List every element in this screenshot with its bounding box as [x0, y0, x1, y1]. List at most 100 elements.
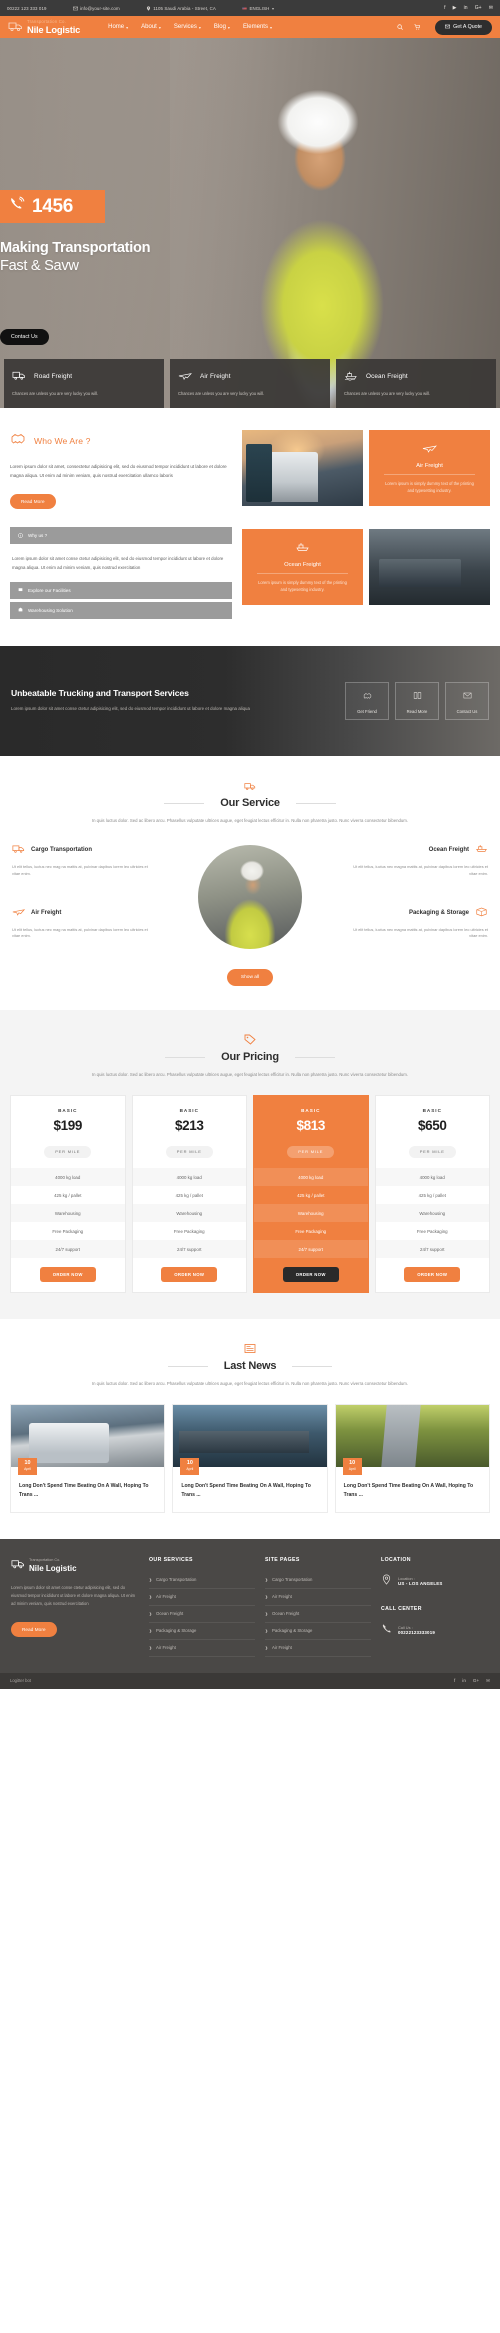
- banner-button-read-more[interactable]: Read More: [395, 681, 439, 720]
- order-now-button[interactable]: ORDER NOW: [161, 1267, 218, 1283]
- topbar-phone[interactable]: 00222 123 333 019: [7, 6, 47, 11]
- accordion-item-label: Explore our Facilities: [28, 587, 71, 593]
- topbar-email-label: info@your-site.com: [80, 5, 120, 11]
- facebook-icon[interactable]: f: [454, 1678, 455, 1684]
- pricing-feature: 425 kg / pallet: [54, 1192, 82, 1198]
- footer-call-block: Call Us : 00222123333019: [381, 1621, 489, 1639]
- topbar-email[interactable]: info@your-site.com: [72, 5, 120, 11]
- nav-item-services[interactable]: Services ▾: [174, 24, 201, 30]
- nav-item-home[interactable]: Home ▾: [108, 24, 128, 30]
- pricing-card-top: BASIC $199 PER MILE: [11, 1096, 125, 1168]
- footer-page-link[interactable]: ❯ Packaging & Storage: [265, 1623, 371, 1640]
- footer-call-text: Call Us : 00222123333019: [398, 1625, 435, 1636]
- footer-page-link[interactable]: ❯ Cargo Transportation: [265, 1572, 371, 1589]
- freight-desc: Chances are unless you are very lucky yo…: [344, 390, 431, 396]
- language-selector[interactable]: ENGLISH ▾: [242, 6, 274, 11]
- news-card[interactable]: 10 April Long Don't Spend Time Beating O…: [334, 1404, 490, 1513]
- nav-item-about[interactable]: About ▾: [141, 24, 161, 30]
- order-now-button[interactable]: ORDER NOW: [404, 1267, 461, 1283]
- order-now-button[interactable]: ORDER NOW: [282, 1267, 339, 1283]
- freight-desc: Chances are unless you are very lucky yo…: [12, 390, 99, 396]
- pricing-feature: Free Packaging: [52, 1228, 84, 1234]
- service-header: Our Service In quis luctus dolor. Sed ac…: [12, 778, 488, 825]
- googleplus-icon[interactable]: G+: [475, 5, 482, 11]
- accordion-item-warehousing[interactable]: Warehousing Solution: [10, 601, 232, 619]
- nav-item-elements[interactable]: Elements ▾: [243, 24, 272, 30]
- pricing-feature: 4000 kg load: [375, 1168, 489, 1187]
- nav-item-blog[interactable]: Blog ▾: [214, 24, 230, 30]
- footer-link-label: Cargo Transportation: [156, 1577, 197, 1583]
- accordion-header-why-us[interactable]: Why us ?: [10, 527, 232, 545]
- who-card-ocean-freight[interactable]: Ocean Freight Lorem ipsum is simply dumm…: [242, 528, 363, 605]
- pricing-card[interactable]: BASIC $213 PER MILE 4000 kg load 425 kg …: [131, 1095, 247, 1294]
- footer-service-link[interactable]: ❯ Ocean Freight: [149, 1606, 255, 1623]
- service-item-air-freight[interactable]: Air Freight Ut elit tellus, luctus nec m…: [12, 904, 155, 941]
- footer-page-link[interactable]: ❯ Air Freight: [265, 1589, 371, 1606]
- pricing-feature: Free Packaging: [416, 1228, 448, 1234]
- footer-service-link[interactable]: ❯ Air Freight: [149, 1640, 255, 1657]
- who-card-air-freight[interactable]: Air Freight Lorem ipsum is simply dummy …: [369, 430, 490, 506]
- footer-service-link[interactable]: ❯ Cargo Transportation: [149, 1572, 255, 1589]
- pricing-feature: 425 kg / pallet: [297, 1192, 325, 1198]
- pricing-card[interactable]: BASIC $199 PER MILE 4000 kg load 425 kg …: [10, 1095, 126, 1294]
- cart-icon[interactable]: [414, 24, 421, 30]
- googleplus-icon[interactable]: G+: [473, 1678, 479, 1684]
- location-pin-icon: [381, 1572, 392, 1590]
- hero-title-line1: Making Transportation: [0, 240, 151, 256]
- footer-brand-subtitle: Transportation Co.: [29, 1558, 61, 1563]
- envelope-icon: [463, 687, 472, 705]
- news-post-title: Long Don't Spend Time Beating On A Wall,…: [181, 1483, 311, 1498]
- banner-button-contact-us[interactable]: Contact Us: [445, 681, 489, 720]
- pricing-card-top: BASIC $213 PER MILE: [133, 1096, 247, 1168]
- who-left-column: Who We Are ? Lorem ipsum dolor sit amet,…: [10, 430, 232, 622]
- handshake-icon: [10, 430, 26, 451]
- news-month: April: [24, 1466, 31, 1471]
- freight-card-air[interactable]: Air Freight Chances are unless you are v…: [170, 358, 330, 408]
- show-all-button[interactable]: Show all: [226, 968, 274, 986]
- accordion-item-facilities[interactable]: Explore our Facilities: [10, 581, 232, 599]
- freight-card-road[interactable]: Road Freight Chances are unless you are …: [4, 358, 164, 408]
- who-read-more-button[interactable]: Read More: [10, 494, 56, 510]
- linkedin-icon[interactable]: in: [464, 5, 468, 11]
- youtube-icon[interactable]: ▶: [453, 5, 457, 11]
- site-footer: Transportation Co. Nile Logistic Lorem i…: [0, 1538, 500, 1673]
- get-a-quote-button[interactable]: Get A Quote: [435, 19, 492, 35]
- pricing-feature: 4000 kg load: [11, 1168, 125, 1187]
- banner-button-label: Read More: [406, 709, 428, 715]
- service-item-packaging-storage[interactable]: Packaging & Storage Ut elit tellus, luct…: [345, 904, 488, 941]
- footer-page-link[interactable]: ❯ Ocean Freight: [265, 1606, 371, 1623]
- brand-logo[interactable]: Transportation Co. Nile Logistic: [8, 19, 80, 34]
- pricing-card-featured[interactable]: BASIC $813 PER MILE 4000 kg load 425 kg …: [253, 1095, 369, 1294]
- hero-phone-badge: 1456: [0, 190, 105, 223]
- service-column-left: Cargo Transportation Ut elit tellus, luc…: [12, 841, 155, 940]
- pricing-card[interactable]: BASIC $650 PER MILE 4000 kg load 425 kg …: [374, 1095, 490, 1294]
- facebook-icon[interactable]: f: [444, 5, 446, 11]
- twitter-icon[interactable]: ✉: [489, 5, 493, 11]
- footer-link-label: Ocean Freight: [272, 1611, 300, 1617]
- footer-service-link[interactable]: ❯ Air Freight: [149, 1589, 255, 1606]
- footer-about-column: Transportation Co. Nile Logistic Lorem i…: [11, 1557, 139, 1657]
- who-card-title: Ocean Freight: [284, 561, 321, 568]
- service-item-ocean-freight[interactable]: Ocean Freight Ut elit tellus, luctus nec…: [345, 841, 488, 878]
- search-icon[interactable]: [397, 24, 403, 30]
- linkedin-icon[interactable]: in: [462, 1678, 466, 1684]
- hero-contact-button[interactable]: Contact Us: [0, 329, 49, 345]
- news-card[interactable]: 10 April Long Don't Spend Time Beating O…: [10, 1404, 166, 1513]
- footer-brand[interactable]: Transportation Co. Nile Logistic: [11, 1557, 139, 1575]
- airplane-icon: [12, 904, 26, 922]
- freight-strip: Road Freight Chances are unless you are …: [0, 358, 500, 408]
- ship-icon: [295, 541, 310, 562]
- box-icon: [475, 904, 488, 922]
- book-icon: [413, 687, 422, 705]
- freight-card-ocean[interactable]: Ocean Freight Chances are unless you are…: [336, 358, 496, 408]
- pricing-unit: PER MILE: [165, 1145, 213, 1158]
- news-thumbnail: 10 April: [335, 1405, 489, 1476]
- banner-button-get-friend[interactable]: Get Friend: [345, 681, 389, 720]
- footer-read-more-button[interactable]: Read More: [11, 1621, 57, 1637]
- footer-page-link[interactable]: ❯ Air Freight: [265, 1640, 371, 1657]
- footer-service-link[interactable]: ❯ Packaging & Storage: [149, 1623, 255, 1640]
- service-item-cargo-transportation[interactable]: Cargo Transportation Ut elit tellus, luc…: [12, 841, 155, 878]
- news-card[interactable]: 10 April Long Don't Spend Time Beating O…: [172, 1404, 328, 1513]
- twitter-icon[interactable]: ✉: [486, 1678, 490, 1684]
- order-now-button[interactable]: ORDER NOW: [39, 1267, 96, 1283]
